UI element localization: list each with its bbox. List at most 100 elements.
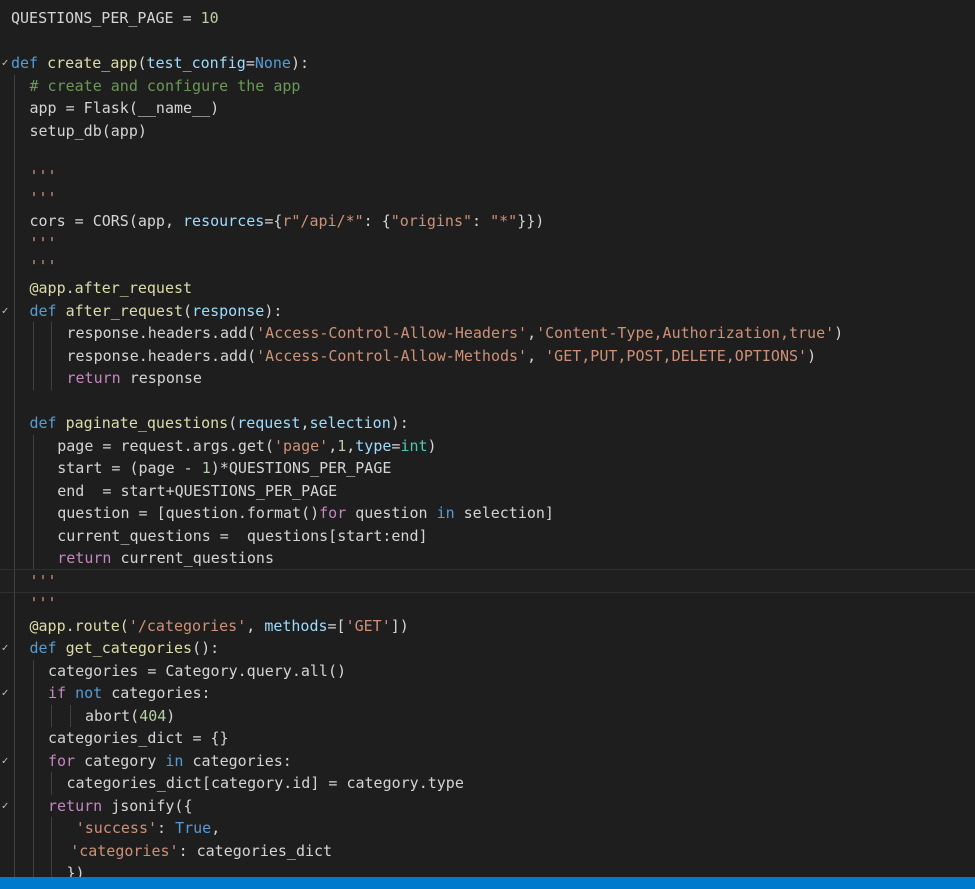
code-text: '''	[30, 592, 57, 615]
indent-guide	[32, 322, 34, 345]
code-token: 1	[337, 436, 347, 455]
code-line[interactable]: '''	[0, 592, 975, 615]
indent-guide	[14, 187, 15, 210]
indent-guide	[51, 862, 52, 877]
code-token: ,	[211, 819, 221, 837]
code-line[interactable]: current_questions = questions[start:end]	[0, 524, 975, 548]
code-line[interactable]: '''	[0, 164, 975, 187]
code-line[interactable]: app = Flask(__name__)	[0, 97, 975, 120]
code-token: return	[57, 549, 112, 567]
code-token: request	[237, 414, 301, 432]
indent-guide	[32, 434, 34, 457]
code-text: 'success': True,	[76, 817, 221, 840]
fold-chevron-icon[interactable]: ✓	[0, 795, 10, 818]
code-line[interactable]: start = (page - 1)*QUESTIONS_PER_PAGE	[0, 457, 975, 480]
code-line[interactable]: categories = Category.query.all()	[0, 659, 975, 682]
code-token: 'success'	[75, 819, 158, 837]
code-line[interactable]: categories_dict[category.id] = category.…	[0, 772, 975, 795]
code-line[interactable]: def paginate_questions(request,selection…	[0, 412, 975, 435]
code-text: def get_categories():	[30, 637, 220, 660]
code-token: ={	[264, 211, 283, 230]
code-editor[interactable]: QUESTIONS_PER_PAGE = 10 ✓ def create_app(t…	[0, 0, 975, 877]
code-text: current_questions = questions[start:end]	[57, 525, 427, 548]
indent-guide	[14, 524, 15, 547]
code-line[interactable]: response.headers.add('Access-Control-All…	[0, 322, 975, 345]
code-line[interactable]: setup_db(app)	[0, 119, 975, 142]
indent-guide	[14, 479, 15, 502]
code-line[interactable]: '''	[0, 254, 975, 277]
code-line[interactable]: ✓ return jsonify({	[0, 794, 975, 818]
code-line[interactable]: response.headers.add('Access-Control-All…	[0, 344, 975, 368]
code-line[interactable]: QUESTIONS_PER_PAGE = 10	[0, 7, 975, 30]
code-token: question	[346, 504, 437, 522]
code-token: @app.after_request	[29, 279, 193, 297]
indent-guide	[14, 682, 15, 705]
code-text: response.headers.add('Access-Control-All…	[67, 345, 817, 368]
code-token: jsonify({	[102, 796, 193, 815]
fold-chevron-icon[interactable]: ✓	[0, 637, 10, 660]
indent-guide	[14, 412, 15, 435]
indent-guide	[32, 457, 34, 480]
code-line[interactable]: ✓ if not categories:	[0, 682, 975, 705]
code-line[interactable]: 'success': True,	[0, 817, 975, 840]
code-line[interactable]: ✓ for category in categories:	[0, 749, 975, 773]
code-token: '''	[29, 166, 57, 185]
code-text: '''	[30, 232, 57, 255]
indent-guide	[14, 119, 15, 142]
code-line[interactable]: ✓ def get_categories():	[0, 637, 975, 660]
indent-guide	[14, 209, 15, 232]
indent-guide	[14, 434, 15, 457]
code-line[interactable]: '''	[0, 568, 975, 593]
code-line[interactable]: return current_questions	[0, 547, 975, 570]
code-text: def after_request(response):	[30, 300, 283, 323]
code-text: start = (page - 1)*QUESTIONS_PER_PAGE	[57, 457, 391, 480]
code-line[interactable]: categories_dict = {}	[0, 727, 975, 750]
indent-guide	[14, 794, 15, 817]
code-token: =	[173, 9, 201, 27]
code-token: get_categories	[65, 639, 193, 657]
code-line[interactable]: 'categories': categories_dict	[0, 839, 975, 862]
indent-guide	[14, 97, 15, 120]
code-token: selection]	[454, 504, 554, 522]
code-token: =	[245, 54, 255, 72]
code-token: response	[192, 301, 265, 320]
code-line[interactable]: '''	[0, 187, 975, 210]
fold-chevron-icon[interactable]: ✓	[0, 300, 10, 323]
fold-chevron-icon[interactable]: ✓	[0, 682, 10, 705]
code-line[interactable]: ✓ def create_app(test_config=None):	[0, 52, 975, 75]
code-token: '''	[29, 571, 57, 590]
code-line[interactable]: @app.route('/categories', methods=['GET'…	[0, 614, 975, 637]
indent-guide	[32, 547, 34, 570]
code-line[interactable]: '''	[0, 232, 975, 255]
code-token: type	[355, 436, 392, 455]
code-line[interactable]: })	[0, 862, 975, 877]
code-token: '''	[29, 594, 57, 612]
code-line[interactable]	[0, 30, 975, 53]
code-line[interactable]: cors = CORS(app, resources={r"/api/*": {…	[0, 209, 975, 232]
code-line[interactable]: page = request.args.get('page',1,type=in…	[0, 434, 975, 457]
code-line[interactable]	[0, 142, 975, 165]
code-token: in	[165, 751, 184, 770]
code-line[interactable]: end = start+QUESTIONS_PER_PAGE	[0, 479, 975, 502]
code-line[interactable]: question = [question.format()for questio…	[0, 502, 975, 525]
code-line[interactable]	[0, 389, 975, 412]
code-token: current_questions = questions[start:end]	[57, 526, 428, 545]
code-line[interactable]: @app.after_request	[0, 277, 975, 300]
code-token: ):	[290, 54, 310, 72]
code-token: 'Access-Control-Allow-Headers'	[256, 324, 528, 342]
code-token: categories_dict[category.id] = category.…	[66, 774, 464, 792]
code-line[interactable]: ✓ def after_request(response):	[0, 299, 975, 323]
code-line[interactable]: return response	[0, 367, 975, 390]
code-token: 10	[200, 9, 219, 27]
indent-guide	[32, 862, 34, 877]
code-token: categories_dict = {}	[48, 729, 229, 747]
fold-chevron-icon[interactable]: ✓	[0, 52, 10, 75]
code-line[interactable]: abort(404)	[0, 704, 975, 727]
indent-guide	[14, 614, 15, 637]
code-line[interactable]: # create and configure the app	[0, 74, 975, 97]
fold-chevron-icon[interactable]: ✓	[0, 750, 10, 773]
code-token: not	[75, 684, 103, 702]
code-token: test_config	[146, 54, 246, 72]
indent-guide	[14, 254, 15, 277]
